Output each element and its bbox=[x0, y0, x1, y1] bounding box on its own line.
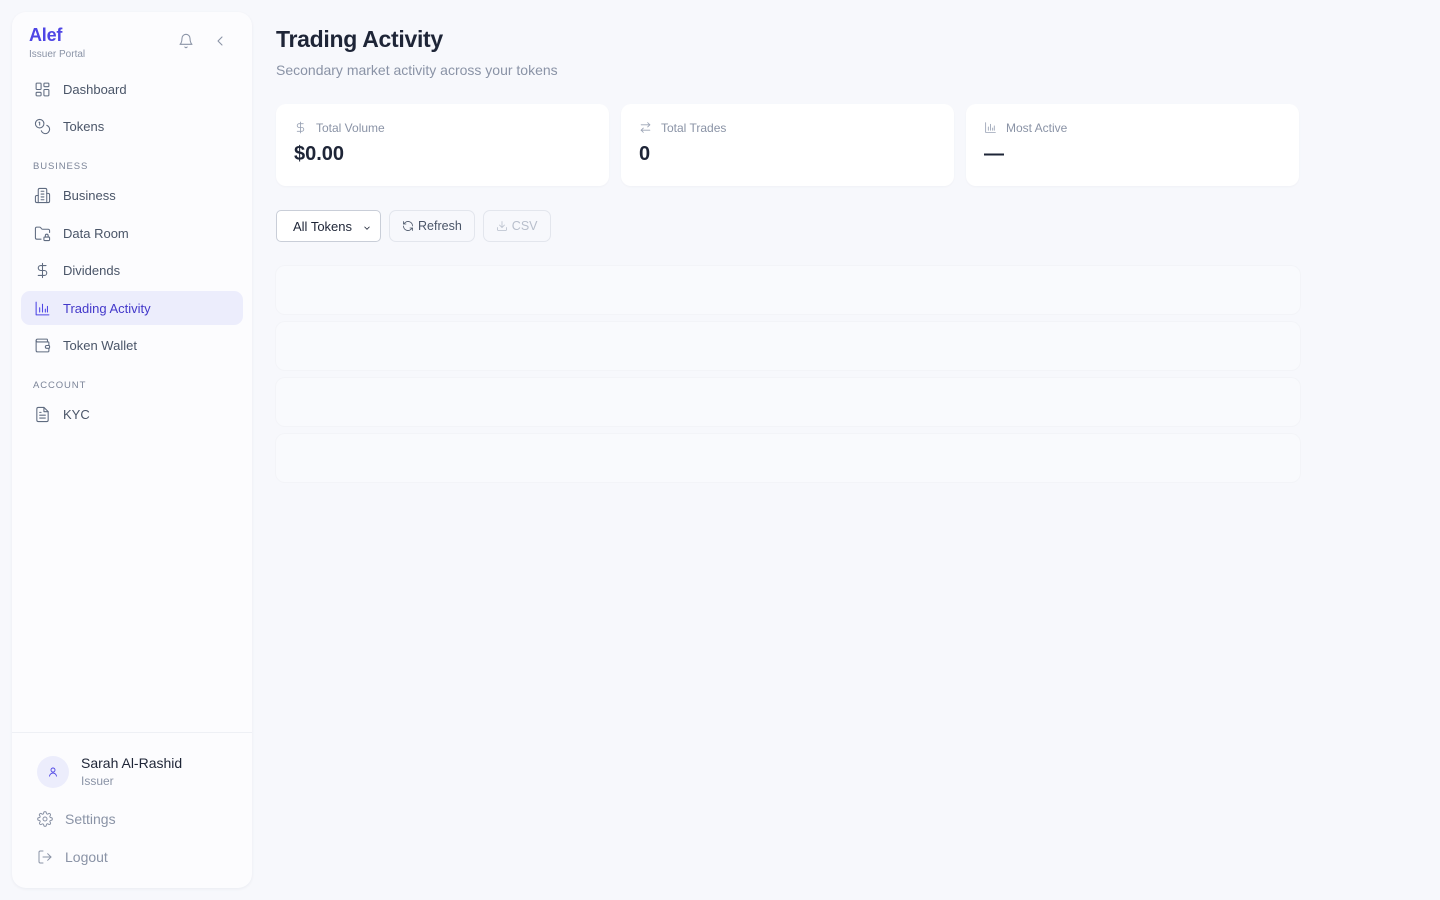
user-name: Sarah Al-Rashid bbox=[81, 755, 183, 771]
sidebar-item-dividends[interactable]: Dividends bbox=[21, 254, 243, 288]
stat-label: Total Trades bbox=[661, 121, 727, 135]
main-content: Trading Activity Secondary market activi… bbox=[276, 26, 1300, 490]
user-icon bbox=[49, 767, 57, 777]
page-title: Trading Activity bbox=[276, 26, 443, 52]
user-profile[interactable]: Sarah Al-Rashid Issuer bbox=[37, 755, 182, 788]
sidebar-item-label: Dashboard bbox=[63, 81, 127, 97]
building-icon bbox=[33, 187, 51, 205]
refresh-label: Refresh bbox=[418, 219, 462, 233]
collapse-sidebar-chevron-left-icon[interactable] bbox=[211, 32, 229, 50]
refresh-icon bbox=[402, 220, 414, 232]
skeleton-row bbox=[276, 378, 1300, 426]
token-filter-value: All Tokens bbox=[293, 218, 353, 234]
page-subtitle: Secondary market activity across your to… bbox=[276, 62, 558, 78]
sidebar-item-label: Data Room bbox=[63, 225, 129, 241]
file-text-icon bbox=[33, 406, 51, 424]
download-icon bbox=[496, 220, 508, 232]
skeleton-row bbox=[276, 266, 1300, 314]
logout-label: Logout bbox=[65, 849, 108, 865]
stat-label: Total Volume bbox=[316, 121, 385, 135]
sidebar-item-business[interactable]: Business bbox=[21, 179, 243, 213]
bar-chart-icon bbox=[33, 299, 51, 317]
skeleton-row bbox=[276, 434, 1300, 482]
toolbar: All Tokens Refresh CSV bbox=[276, 210, 1300, 242]
sidebar-nav: Dashboard Tokens BUSINESS Business Data … bbox=[21, 72, 243, 436]
chevron-down-icon bbox=[362, 221, 372, 231]
brand-name: Alef bbox=[29, 25, 63, 45]
logout-link[interactable]: Logout bbox=[37, 849, 108, 865]
refresh-button[interactable]: Refresh bbox=[389, 210, 475, 242]
sidebar-item-data-room[interactable]: Data Room bbox=[21, 216, 243, 250]
coins-icon bbox=[33, 118, 51, 136]
gear-icon bbox=[37, 811, 53, 827]
sidebar-item-kyc[interactable]: KYC bbox=[21, 398, 243, 432]
skeleton-row bbox=[276, 322, 1300, 370]
dollar-icon bbox=[33, 262, 51, 280]
sidebar-item-label: Token Wallet bbox=[63, 338, 137, 354]
stat-value: — bbox=[984, 143, 1004, 165]
arrows-swap-icon bbox=[639, 121, 653, 135]
sidebar-item-dashboard[interactable]: Dashboard bbox=[21, 72, 243, 106]
dollar-icon bbox=[294, 121, 308, 135]
wallet-icon bbox=[33, 337, 51, 355]
token-filter-select[interactable]: All Tokens bbox=[276, 210, 382, 242]
stat-value: $0.00 bbox=[294, 143, 345, 165]
avatar bbox=[37, 755, 69, 788]
loading-skeleton bbox=[276, 266, 1300, 482]
csv-label: CSV bbox=[511, 219, 538, 233]
logout-icon bbox=[37, 849, 53, 865]
sidebar-item-token-wallet[interactable]: Token Wallet bbox=[21, 329, 243, 363]
settings-link[interactable]: Settings bbox=[37, 811, 116, 827]
grid-icon bbox=[33, 80, 51, 98]
section-label-account: ACCOUNT bbox=[33, 379, 87, 391]
section-label-business: BUSINESS bbox=[33, 160, 89, 172]
brand-subtitle: Issuer Portal bbox=[29, 49, 86, 60]
csv-export-button[interactable]: CSV bbox=[482, 210, 551, 242]
bar-chart-icon bbox=[984, 121, 998, 135]
sidebar-item-label: Trading Activity bbox=[63, 300, 151, 316]
sidebar-item-label: Business bbox=[63, 188, 116, 204]
stats-row: Total Volume $0.00 Total Trades 0 Most A… bbox=[276, 104, 1300, 186]
stat-card-total-volume: Total Volume $0.00 bbox=[276, 104, 609, 186]
stat-value: 0 bbox=[639, 143, 651, 165]
sidebar: Alef Issuer Portal Dashboard Tokens BUSI… bbox=[12, 12, 252, 888]
brand[interactable]: Alef Issuer Portal bbox=[29, 25, 85, 60]
sidebar-divider bbox=[12, 732, 252, 733]
bell-icon[interactable] bbox=[177, 32, 195, 50]
settings-label: Settings bbox=[65, 811, 116, 827]
folder-lock-icon bbox=[33, 224, 51, 242]
sidebar-item-label: KYC bbox=[63, 407, 90, 423]
stat-label: Most Active bbox=[1006, 121, 1068, 135]
stat-card-total-trades: Total Trades 0 bbox=[621, 104, 954, 186]
user-role: Issuer bbox=[81, 774, 114, 788]
sidebar-item-label: Dividends bbox=[63, 263, 121, 279]
sidebar-item-tokens[interactable]: Tokens bbox=[21, 110, 243, 144]
sidebar-item-label: Tokens bbox=[63, 119, 105, 135]
stat-card-most-active: Most Active — bbox=[966, 104, 1299, 186]
sidebar-item-trading-activity[interactable]: Trading Activity bbox=[21, 291, 243, 326]
